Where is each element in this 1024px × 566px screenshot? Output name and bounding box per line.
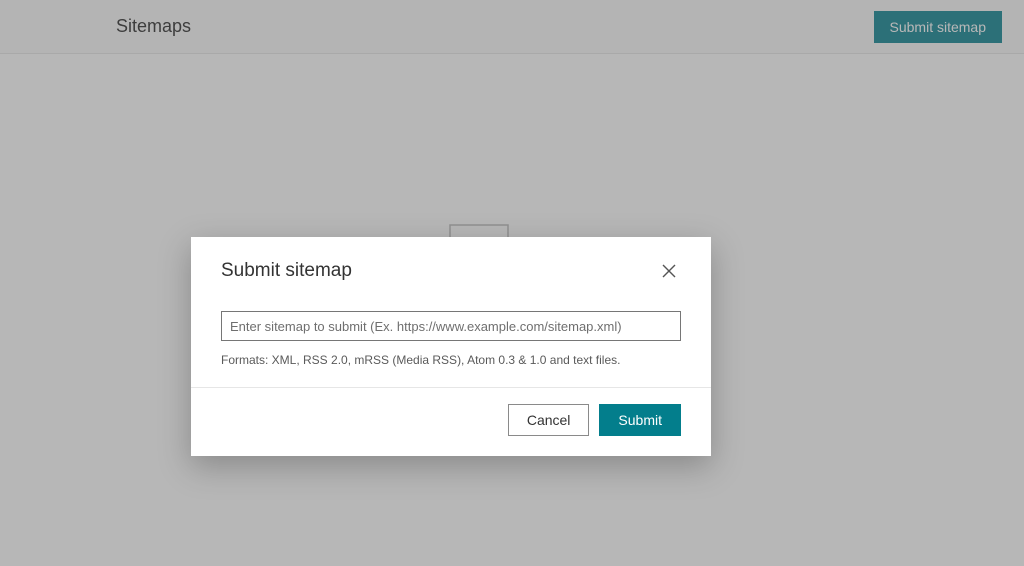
submit-button[interactable]: Submit xyxy=(599,404,681,436)
modal-body: Formats: XML, RSS 2.0, mRSS (Media RSS),… xyxy=(191,297,711,387)
cancel-button[interactable]: Cancel xyxy=(508,404,590,436)
modal-header: Submit sitemap xyxy=(191,237,711,297)
sitemap-url-input[interactable] xyxy=(221,311,681,341)
close-icon xyxy=(661,263,677,279)
format-hint: Formats: XML, RSS 2.0, mRSS (Media RSS),… xyxy=(221,353,681,367)
modal-close-button[interactable] xyxy=(657,259,681,283)
modal-title: Submit sitemap xyxy=(221,260,352,282)
modal-footer: Cancel Submit xyxy=(191,387,711,456)
submit-sitemap-modal: Submit sitemap Formats: XML, RSS 2.0, mR… xyxy=(191,237,711,456)
